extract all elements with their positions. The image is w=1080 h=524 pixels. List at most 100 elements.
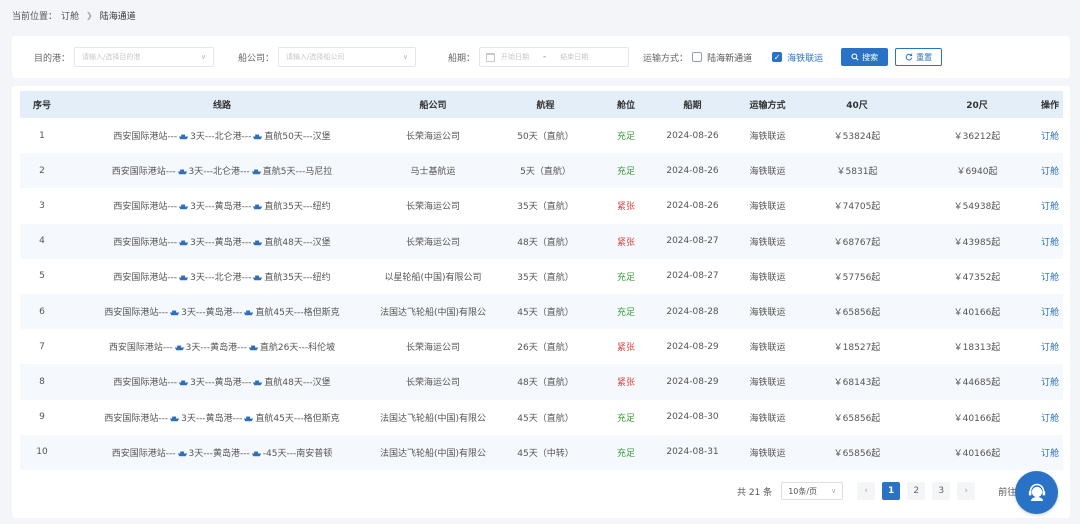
cell-voyage: 5天（直航） [520, 167, 571, 178]
ship-icon [168, 414, 181, 424]
route-destination: 直航45天---格但斯克 [255, 308, 340, 319]
cell-date: 2024-08-27 [666, 271, 719, 282]
col-header-20ft: 20尺 [966, 101, 988, 111]
destination-select[interactable]: 请输入/选择目的港 ∨ [74, 47, 215, 67]
page-size-select[interactable]: 10条/页 ∨ [781, 482, 844, 500]
ship-icon [173, 343, 186, 353]
route-origin: 西安国际港站--- [104, 308, 169, 319]
route-origin: 西安国际港站--- [113, 202, 178, 213]
book-button[interactable]: 订舱 [1037, 294, 1063, 329]
cell-route: 西安国际港站--- 3天---黄岛港--- 直航48天---汉堡 [64, 224, 380, 259]
sailing-date-range[interactable]: 开始日期 - 结束日期 [479, 47, 630, 67]
calendar-icon [486, 52, 496, 62]
book-button[interactable]: 订舱 [1037, 188, 1063, 223]
route-destination: 直航48天---汉堡 [264, 237, 331, 248]
search-button[interactable]: 搜索 [841, 48, 889, 66]
book-button[interactable]: 订舱 [1037, 118, 1063, 153]
cell-carrier: 长荣海运公司 [405, 378, 460, 389]
route-transfer: 3天---黄岛港--- [190, 237, 252, 248]
col-header-space: 舱位 [616, 101, 635, 111]
cell-mode: 海铁联运 [749, 378, 786, 389]
cell-price-20ft: ￥47352起 [953, 272, 1001, 283]
checkbox-land-sea-label[interactable]: 陆海新通道 [707, 51, 752, 64]
route-transfer: 3天---黄岛港--- [185, 343, 247, 354]
checkbox-land-sea[interactable] [692, 52, 703, 62]
customer-service-button[interactable] [1015, 471, 1058, 514]
route-transfer: 3天---北仑港--- [188, 167, 250, 178]
prev-page-button[interactable]: ‹ [857, 482, 876, 500]
book-button[interactable]: 订舱 [1037, 400, 1063, 435]
ship-icon [251, 132, 264, 142]
cell-space: 紧张 [616, 237, 635, 248]
search-icon [851, 53, 859, 61]
checkbox-sea-rail-label[interactable]: 海铁联运 [787, 51, 823, 64]
end-date-input[interactable]: 结束日期 [560, 52, 588, 62]
cell-date: 2024-08-30 [666, 412, 719, 423]
refresh-icon [905, 53, 913, 61]
page-button-2[interactable]: 2 [907, 482, 926, 500]
table-row: 10 西安国际港站--- 3天---黄岛港--- -45天---南安普顿 法国达飞轮船(… [20, 434, 1063, 470]
cell-no: 9 [39, 412, 45, 423]
cell-mode: 海铁联运 [749, 343, 786, 354]
ship-icon [177, 273, 190, 283]
route-destination: 直航50天---汉堡 [264, 132, 331, 143]
cell-date: 2024-08-27 [666, 236, 719, 247]
col-header-mode: 运输方式 [749, 101, 786, 111]
ship-icon [247, 343, 260, 353]
cell-price-20ft: ￥44685起 [953, 378, 1001, 389]
route-origin: 西安国际港站--- [108, 343, 173, 354]
cell-carrier: 长荣海运公司 [405, 202, 460, 213]
ship-icon [168, 308, 181, 318]
book-button[interactable]: 订舱 [1037, 364, 1063, 399]
book-button[interactable]: 订舱 [1037, 259, 1063, 294]
cell-price-20ft: ￥40166起 [953, 413, 1001, 424]
route-destination: -45天---南安普顿 [262, 448, 333, 459]
transport-label: 运输方式： [643, 53, 689, 64]
page-button-1[interactable]: 1 [882, 482, 901, 500]
table-row: 3 西安国际港站--- 3天---黄岛港--- 直航35天---纽约 长荣海运公司 35天… [20, 188, 1063, 223]
cell-space: 充足 [616, 448, 635, 459]
book-button[interactable]: 订舱 [1037, 224, 1063, 259]
route-origin: 西安国际港站--- [113, 272, 178, 283]
cell-no: 2 [39, 165, 45, 176]
date-separator: - [543, 52, 547, 62]
cell-price-40ft: ￥18527起 [833, 343, 881, 354]
cell-voyage: 45天（直航） [517, 413, 574, 424]
chevron-down-icon: ∨ [200, 53, 207, 61]
checkbox-sea-rail[interactable]: ✓ [772, 52, 783, 62]
book-button[interactable]: 订舱 [1037, 329, 1063, 364]
ship-icon [176, 449, 189, 459]
route-destination: 直航35天---纽约 [264, 272, 331, 283]
route-transfer: 3天---黄岛港--- [181, 413, 243, 424]
cell-price-20ft: ￥18313起 [953, 343, 1001, 354]
book-button[interactable]: 订舱 [1037, 153, 1063, 188]
route-transfer: 3天---黄岛港--- [188, 448, 250, 459]
cell-date: 2024-08-31 [666, 447, 719, 458]
pagination-total: 共 21 条 [737, 487, 773, 498]
cell-space: 充足 [616, 167, 635, 178]
breadcrumb-parent[interactable]: 订舱 [61, 9, 79, 22]
book-button[interactable]: 订舱 [1037, 435, 1063, 470]
cell-no: 4 [39, 236, 45, 247]
next-page-button[interactable]: › [957, 482, 976, 500]
cell-price-40ft: ￥68143起 [833, 378, 881, 389]
search-button-label: 搜索 [862, 52, 879, 62]
cell-carrier: 法国达飞轮船(中国)有限公司 [380, 308, 486, 319]
ship-icon [251, 378, 264, 388]
table-row: 2 西安国际港站--- 3天---北仑港--- 直航5天---马尼拉 马士基航运 5天（直… [20, 153, 1063, 189]
ship-icon [242, 414, 255, 424]
start-date-input[interactable]: 开始日期 [501, 52, 529, 62]
table-row: 4 西安国际港站--- 3天---黄岛港--- 直航48天---汉堡 长荣海运公司 48天… [20, 223, 1063, 259]
reset-button[interactable]: 重置 [895, 48, 943, 66]
cell-space: 充足 [616, 272, 635, 283]
cell-price-40ft: ￥68767起 [833, 237, 881, 248]
carrier-select[interactable]: 请输入/选择船公司 ∨ [278, 47, 417, 67]
cell-carrier: 长荣海运公司 [405, 343, 460, 354]
cell-voyage: 35天（直航） [517, 202, 574, 213]
cell-route: 西安国际港站--- 3天---黄岛港--- -45天---南安普顿 [64, 435, 380, 470]
cell-route: 西安国际港站--- 3天---黄岛港--- 直航26天---科伦坡 [64, 329, 380, 364]
route-origin: 西安国际港站--- [111, 167, 176, 178]
table-row: 9 西安国际港站--- 3天---黄岛港--- 直航45天---格但斯克 法国达飞轮船(… [20, 400, 1063, 435]
page-button-3[interactable]: 3 [932, 482, 951, 500]
route-origin: 西安国际港站--- [113, 132, 178, 143]
